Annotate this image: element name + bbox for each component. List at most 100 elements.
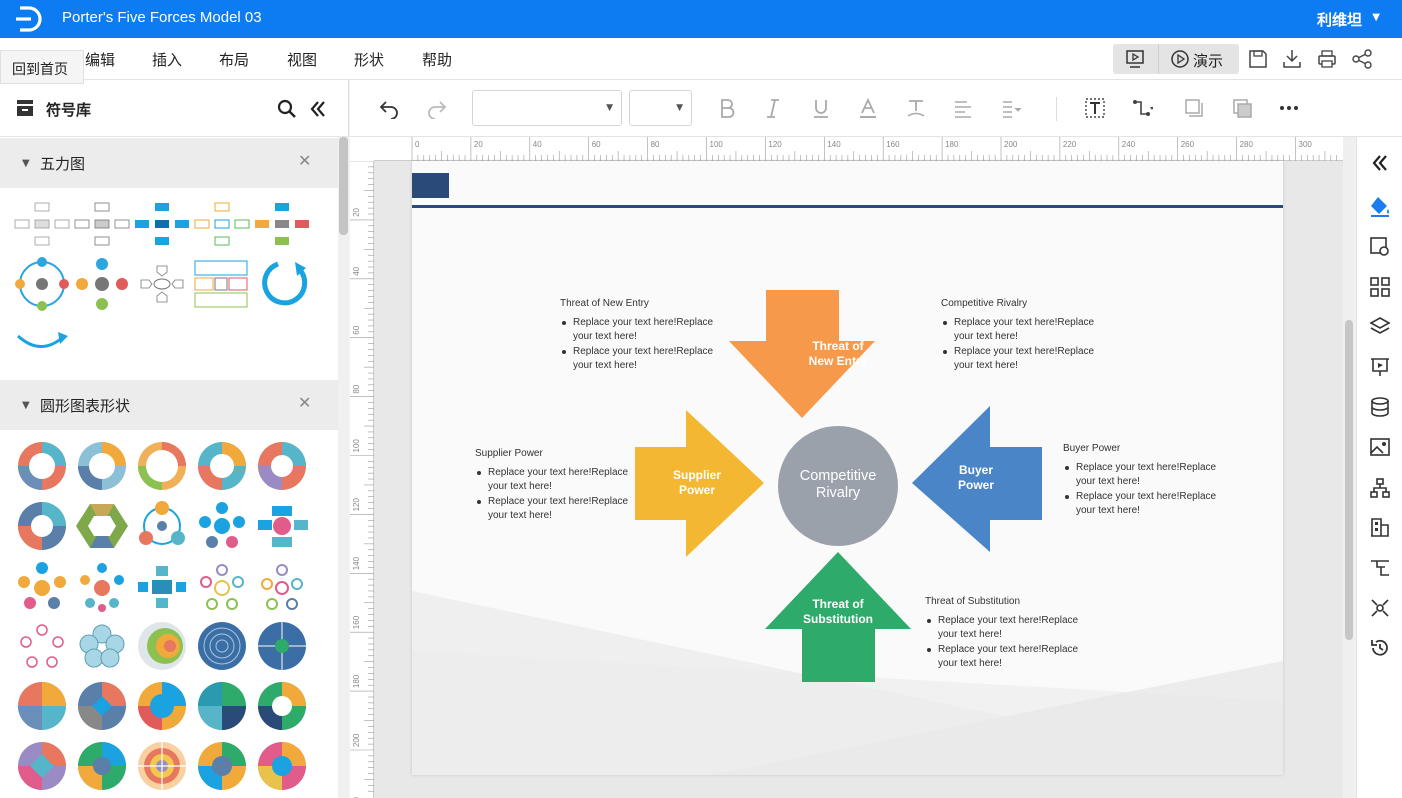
rivalry-text-block[interactable]: Competitive Rivalry Replace your text he… (941, 297, 1111, 374)
shape-thumb[interactable] (78, 742, 126, 790)
shape-thumb[interactable] (78, 682, 126, 730)
substitution-text-block[interactable]: Threat of Substitution Replace your text… (925, 595, 1095, 672)
section-five-forces[interactable]: ▼ 五力图 ✕ (0, 138, 338, 188)
bring-front-icon[interactable] (1183, 97, 1205, 119)
shape-thumb[interactable] (200, 564, 244, 610)
download-icon[interactable] (1281, 48, 1303, 70)
share-icon[interactable] (1351, 48, 1373, 70)
shape-thumb[interactable] (138, 682, 186, 730)
shape-thumb[interactable] (80, 563, 124, 612)
shape-thumb[interactable] (138, 566, 186, 608)
undo-icon[interactable] (378, 97, 400, 119)
collapse-double-left-icon[interactable] (308, 99, 328, 119)
align-left-icon[interactable] (952, 97, 974, 119)
close-icon[interactable]: ✕ (298, 151, 311, 170)
shape-thumb[interactable] (74, 202, 130, 246)
shape-thumb[interactable] (135, 203, 189, 245)
search-icon[interactable] (277, 99, 297, 119)
shape-thumb[interactable] (198, 682, 246, 730)
shape-thumb[interactable] (79, 624, 125, 668)
style-settings-icon[interactable] (1369, 236, 1391, 258)
mind-map-icon[interactable] (1369, 597, 1391, 619)
close-icon[interactable]: ✕ (298, 393, 311, 412)
grid-apps-icon[interactable] (1369, 276, 1391, 298)
chevron-down-icon[interactable]: ▼ (22, 400, 30, 411)
font-family-select[interactable]: ▼ (472, 90, 622, 126)
line-spacing-icon[interactable] (1000, 97, 1022, 119)
supplier-text-block[interactable]: Supplier Power Replace your text here!Re… (475, 447, 645, 524)
presentation-screen-icon[interactable] (1124, 48, 1146, 70)
text-box-icon[interactable] (1084, 97, 1106, 119)
shape-thumb[interactable] (258, 442, 306, 490)
shape-thumb[interactable] (262, 261, 308, 306)
redo-icon[interactable] (426, 97, 448, 119)
shape-thumb[interactable] (258, 682, 306, 730)
text-style-icon[interactable] (905, 97, 927, 119)
shape-thumb[interactable] (258, 622, 306, 670)
menu-insert[interactable]: 插入 (152, 49, 182, 70)
shape-thumb[interactable] (18, 682, 66, 730)
library-scrollbar-thumb[interactable] (339, 137, 348, 235)
image-icon[interactable] (1369, 436, 1391, 458)
chevron-down-icon[interactable]: ▼ (1372, 12, 1380, 23)
shape-thumb[interactable] (76, 504, 128, 548)
send-back-icon[interactable] (1231, 97, 1253, 119)
shape-thumb[interactable] (76, 258, 128, 310)
play-circle-icon[interactable] (1169, 48, 1191, 70)
font-color-icon[interactable] (857, 97, 879, 119)
shape-thumb[interactable] (16, 332, 68, 348)
present-button[interactable]: 演示 (1193, 50, 1223, 71)
section-circle-charts[interactable]: ▼ 圆形图表形状 ✕ (0, 380, 338, 430)
document-title[interactable]: Porter's Five Forces Model 03 (62, 9, 262, 26)
menu-edit[interactable]: 编辑 (85, 49, 115, 70)
bold-icon[interactable] (716, 97, 738, 119)
italic-icon[interactable] (762, 97, 784, 119)
shape-thumb[interactable] (14, 202, 70, 246)
collapse-double-left-icon[interactable] (1369, 152, 1391, 174)
shape-thumb[interactable] (255, 203, 309, 245)
shape-thumb[interactable] (18, 442, 66, 490)
shape-thumb[interactable] (20, 624, 64, 668)
canvas-scrollbar-thumb[interactable] (1345, 320, 1353, 640)
shape-thumb[interactable] (78, 442, 126, 490)
shape-thumb[interactable] (194, 202, 250, 246)
connector-icon[interactable] (1131, 97, 1153, 119)
shape-thumb[interactable] (138, 742, 186, 790)
shape-thumb[interactable] (198, 622, 246, 670)
shape-thumb[interactable] (15, 257, 69, 311)
shape-thumb[interactable] (261, 564, 303, 610)
shape-thumb[interactable] (198, 742, 246, 790)
print-icon[interactable] (1316, 48, 1338, 70)
menu-layout[interactable]: 布局 (219, 49, 249, 70)
shape-thumb[interactable] (18, 562, 66, 609)
underline-icon[interactable] (810, 97, 832, 119)
save-icon[interactable] (1247, 48, 1269, 70)
timeline-icon[interactable] (1369, 557, 1391, 579)
new-entry-text-block[interactable]: Threat of New Entry Replace your text he… (560, 297, 730, 374)
shape-thumb[interactable] (258, 506, 308, 547)
menu-help[interactable]: 帮助 (422, 49, 452, 70)
user-name[interactable]: 利维坦 (1317, 9, 1362, 30)
building-icon[interactable] (1369, 516, 1391, 538)
shape-thumb[interactable] (258, 742, 306, 790)
buyer-text-block[interactable]: Buyer Power Replace your text here!Repla… (1063, 442, 1233, 519)
shape-thumb[interactable] (138, 622, 186, 670)
database-icon[interactable] (1369, 396, 1391, 418)
shape-thumb[interactable] (199, 502, 245, 548)
shape-thumb[interactable] (18, 742, 66, 790)
shape-thumb[interactable] (138, 442, 186, 490)
shape-thumb[interactable] (194, 260, 248, 308)
app-logo-icon[interactable] (14, 6, 44, 32)
more-icon[interactable] (1278, 97, 1300, 119)
library-scrollbar[interactable] (338, 137, 349, 798)
shape-thumb[interactable] (140, 265, 184, 303)
shape-thumb[interactable] (18, 502, 66, 550)
fill-bucket-icon[interactable] (1369, 195, 1391, 217)
layers-icon[interactable] (1369, 316, 1391, 338)
shape-thumb[interactable] (139, 501, 185, 545)
font-size-select[interactable]: ▼ (629, 90, 692, 126)
menu-view[interactable]: 视图 (287, 49, 317, 70)
shape-thumb[interactable] (198, 442, 246, 490)
org-chart-icon[interactable] (1369, 477, 1391, 499)
history-icon[interactable] (1369, 637, 1391, 659)
